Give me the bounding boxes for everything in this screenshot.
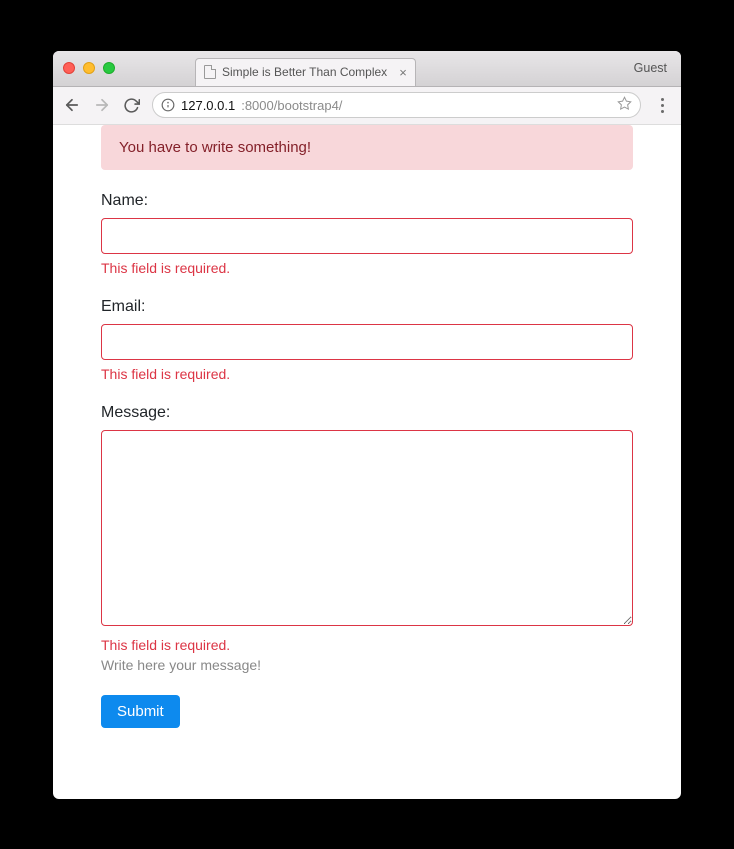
back-button[interactable]: [63, 96, 81, 114]
arrow-right-icon: [93, 96, 111, 114]
email-error: This field is required.: [101, 366, 633, 382]
forward-button[interactable]: [93, 96, 111, 114]
form-group-email: Email: This field is required.: [101, 298, 633, 382]
submit-button[interactable]: Submit: [101, 695, 180, 728]
address-bar[interactable]: 127.0.0.1 :8000/bootstrap4/: [152, 92, 641, 118]
page-content: You have to write something! Name: This …: [53, 125, 681, 799]
message-label: Message:: [101, 404, 633, 422]
reload-button[interactable]: [123, 97, 140, 114]
bookmark-button[interactable]: [617, 96, 632, 114]
dot-icon: [661, 98, 664, 101]
name-input[interactable]: [101, 218, 633, 254]
email-label: Email:: [101, 298, 633, 316]
message-error: This field is required.: [101, 637, 633, 653]
tab-title: Simple is Better Than Complex: [222, 65, 387, 79]
form-group-message: Message: This field is required. Write h…: [101, 404, 633, 673]
reload-icon: [123, 97, 140, 114]
traffic-lights: [63, 62, 115, 74]
arrow-left-icon: [63, 96, 81, 114]
page-icon: [204, 65, 216, 79]
browser-tab[interactable]: Simple is Better Than Complex ×: [195, 58, 416, 86]
titlebar: Simple is Better Than Complex × Guest: [53, 51, 681, 87]
name-label: Name:: [101, 192, 633, 210]
dot-icon: [661, 104, 664, 107]
alert-text: You have to write something!: [119, 139, 311, 156]
star-icon: [617, 96, 632, 111]
form-group-name: Name: This field is required.: [101, 192, 633, 276]
dot-icon: [661, 110, 664, 113]
info-icon: [161, 98, 175, 112]
alert-error: You have to write something!: [101, 125, 633, 170]
profile-label[interactable]: Guest: [634, 61, 671, 75]
window-close-button[interactable]: [63, 62, 75, 74]
browser-toolbar: 127.0.0.1 :8000/bootstrap4/: [53, 87, 681, 125]
name-error: This field is required.: [101, 260, 633, 276]
tab-close-icon[interactable]: ×: [399, 65, 407, 80]
email-input[interactable]: [101, 324, 633, 360]
address-host: 127.0.0.1: [181, 98, 235, 113]
window-minimize-button[interactable]: [83, 62, 95, 74]
address-path: :8000/bootstrap4/: [241, 98, 342, 113]
browser-window: Simple is Better Than Complex × Guest 12…: [53, 51, 681, 799]
window-maximize-button[interactable]: [103, 62, 115, 74]
browser-menu-button[interactable]: [653, 98, 671, 113]
message-help: Write here your message!: [101, 657, 633, 673]
message-textarea[interactable]: [101, 430, 633, 626]
